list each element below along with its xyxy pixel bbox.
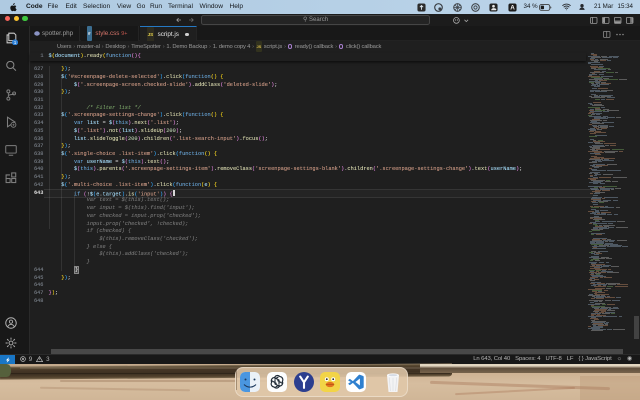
svg-text:A: A	[510, 4, 515, 11]
svg-text:1: 1	[14, 40, 17, 45]
